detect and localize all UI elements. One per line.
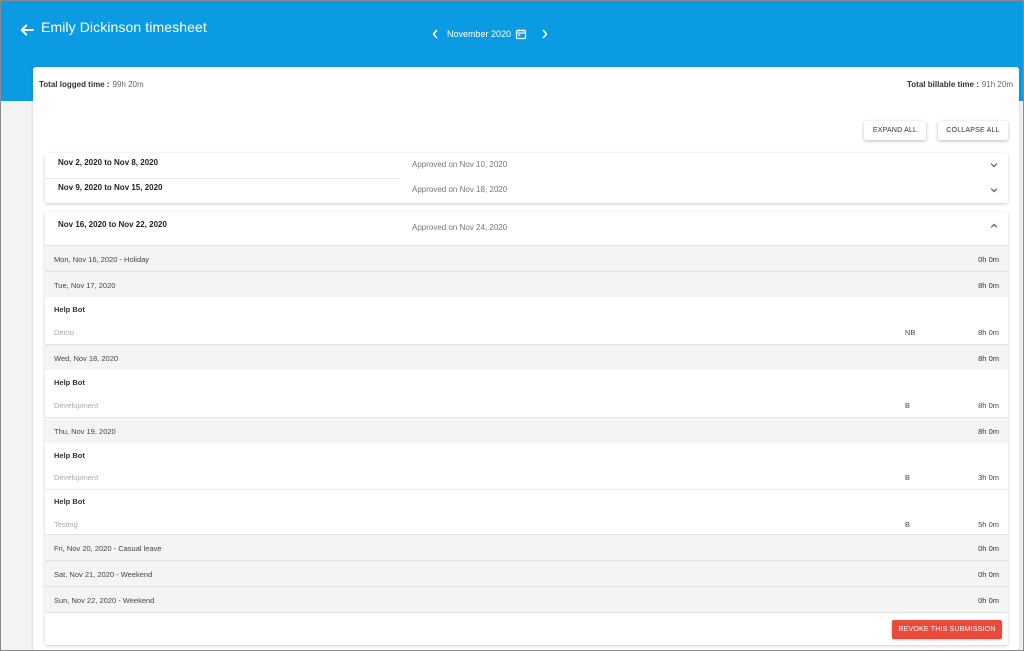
day-total-hours: 0h 0m xyxy=(978,596,999,605)
day-row: Thu, Nov 19, 2020 8h 0m xyxy=(45,417,1008,443)
week-range: Nov 9, 2020 to Nov 15, 2020 xyxy=(58,183,163,192)
timesheet-card: Total logged time :99h 20m Total billabl… xyxy=(33,67,1019,651)
day-row: Mon, Nov 16, 2020 - Holiday 0h 0m xyxy=(45,245,1008,271)
month-navigator: November 2020 xyxy=(429,25,551,43)
week-range: Nov 2, 2020 to Nov 8, 2020 xyxy=(58,158,159,167)
chevron-right-icon xyxy=(542,29,548,39)
total-billable-value: 91h 20m xyxy=(981,80,1013,89)
day-total-hours: 8h 0m xyxy=(978,281,999,290)
calendar-icon xyxy=(515,29,527,40)
month-picker-button[interactable] xyxy=(515,28,527,40)
expand-week-button[interactable] xyxy=(989,185,999,195)
task-name: Development xyxy=(54,473,99,482)
project-name: Help Bot xyxy=(54,451,85,460)
submission-footer: REVOKE THIS SUBMISSION xyxy=(45,612,1008,645)
collapsed-weeks-panel: Nov 2, 2020 to Nov 8, 2020 Approved on N… xyxy=(45,153,1008,203)
entry-hours: 5h 0m xyxy=(978,520,999,529)
expand-all-button[interactable]: EXPAND ALL xyxy=(864,121,926,140)
time-entry: Help Bot Testing B 5h 0m xyxy=(45,490,1008,534)
previous-month-button[interactable] xyxy=(429,27,441,41)
day-total-hours: 8h 0m xyxy=(978,427,999,436)
page-title: Emily Dickinson timesheet xyxy=(41,19,207,35)
week-range: Nov 16, 2020 to Nov 22, 2020 xyxy=(58,220,167,229)
time-entry: Help Bot Development B 8h 0m xyxy=(45,370,1008,417)
billable-flag: B xyxy=(905,473,911,482)
day-label: Tue, Nov 17, 2020 xyxy=(54,281,116,290)
arrow-left-icon xyxy=(20,24,34,36)
day-total-hours: 0h 0m xyxy=(978,255,999,264)
chevron-down-icon xyxy=(990,163,998,168)
week-row[interactable]: Nov 9, 2020 to Nov 15, 2020 Approved on … xyxy=(45,178,1008,203)
entry-hours: 3h 0m xyxy=(978,473,999,482)
task-name: Testing xyxy=(54,520,78,529)
day-row: Sat, Nov 21, 2020 - Weekend 0h 0m xyxy=(45,560,1008,586)
project-name: Help Bot xyxy=(54,497,85,506)
day-row: Sun, Nov 22, 2020 - Weekend 0h 0m xyxy=(45,586,1008,612)
day-label: Fri, Nov 20, 2020 - Casual leave xyxy=(54,544,162,553)
week-approval-status: Approved on Nov 18, 2020 xyxy=(412,185,508,194)
day-label: Sun, Nov 22, 2020 - Weekend xyxy=(54,596,155,605)
day-total-hours: 8h 0m xyxy=(978,354,999,363)
day-total-hours: 0h 0m xyxy=(978,544,999,553)
total-logged-time: Total logged time :99h 20m xyxy=(39,80,144,89)
chevron-down-icon xyxy=(990,188,998,193)
collapse-week-button[interactable] xyxy=(989,221,999,231)
next-month-button[interactable] xyxy=(539,27,551,41)
project-name: Help Bot xyxy=(54,305,85,314)
collapse-all-button[interactable]: COLLAPSE ALL xyxy=(938,121,1008,140)
time-entry: Help Bot Development B 3h 0m xyxy=(45,443,1008,489)
project-name: Help Bot xyxy=(54,378,85,387)
total-logged-value: 99h 20m xyxy=(112,80,144,89)
day-label: Sat, Nov 21, 2020 - Weekend xyxy=(54,570,153,579)
week-row[interactable]: Nov 2, 2020 to Nov 8, 2020 Approved on N… xyxy=(45,153,1008,178)
entry-hours: 8h 0m xyxy=(978,328,999,337)
day-label: Wed, Nov 18, 2020 xyxy=(54,354,119,363)
day-row: Wed, Nov 18, 2020 8h 0m xyxy=(45,344,1008,370)
week-row[interactable]: Nov 16, 2020 to Nov 22, 2020 Approved on… xyxy=(45,212,1008,245)
week-approval-status: Approved on Nov 10, 2020 xyxy=(412,160,508,169)
time-entry: Help Bot Demo NB 8h 0m xyxy=(45,297,1008,344)
billable-flag: NB xyxy=(905,328,916,337)
chevron-up-icon xyxy=(990,223,998,228)
day-row: Fri, Nov 20, 2020 - Casual leave 0h 0m xyxy=(45,534,1008,560)
billable-flag: B xyxy=(905,520,911,529)
entry-hours: 8h 0m xyxy=(978,401,999,410)
chevron-left-icon xyxy=(432,29,438,39)
revoke-submission-button[interactable]: REVOKE THIS SUBMISSION xyxy=(892,620,1002,639)
total-logged-label: Total logged time : xyxy=(39,80,110,89)
expand-week-button[interactable] xyxy=(989,160,999,170)
total-billable-label: Total billable time : xyxy=(907,80,979,89)
total-billable-time: Total billable time :91h 20m xyxy=(907,80,1013,89)
day-total-hours: 0h 0m xyxy=(978,570,999,579)
totals-bar: Total logged time :99h 20m Total billabl… xyxy=(39,80,1013,94)
task-name: Development xyxy=(54,401,99,410)
billable-flag: B xyxy=(905,401,911,410)
week-approval-status: Approved on Nov 24, 2020 xyxy=(412,223,508,232)
day-row: Tue, Nov 17, 2020 8h 0m xyxy=(45,271,1008,297)
expanded-week-panel: Nov 16, 2020 to Nov 22, 2020 Approved on… xyxy=(45,212,1008,645)
task-name: Demo xyxy=(54,328,75,337)
month-label: November 2020 xyxy=(447,29,512,39)
day-label: Thu, Nov 19, 2020 xyxy=(54,427,116,436)
back-button[interactable] xyxy=(18,21,36,39)
day-label: Mon, Nov 16, 2020 - Holiday xyxy=(54,255,150,264)
